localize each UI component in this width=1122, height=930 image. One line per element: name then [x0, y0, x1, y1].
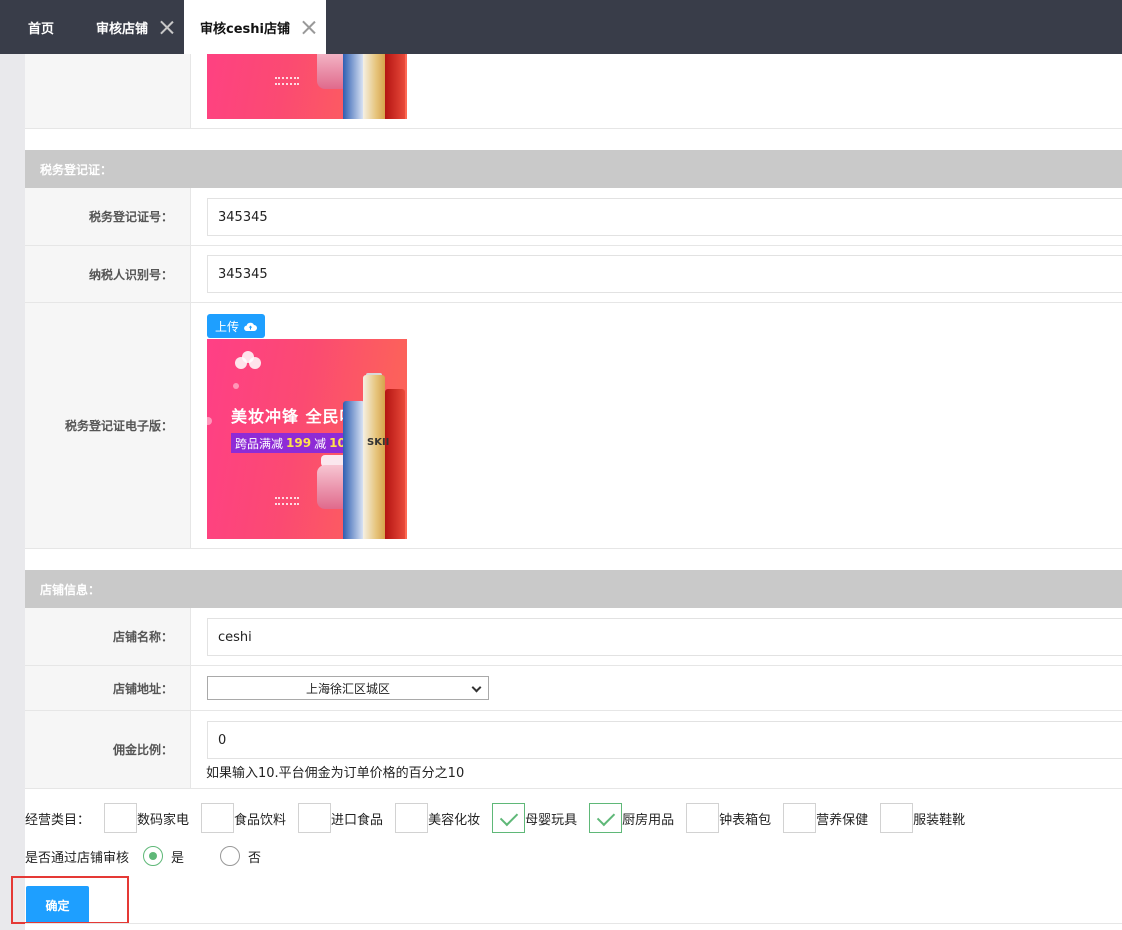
store-name-input[interactable]: ceshi — [207, 618, 1122, 656]
upload-button[interactable]: 上传 — [207, 314, 265, 338]
category-item[interactable]: 食品饮料 — [201, 803, 298, 833]
wave-icon — [275, 497, 299, 509]
tab-audit-stores[interactable]: 审核店铺 — [96, 0, 174, 54]
bottom-divider — [25, 923, 1122, 924]
category-item[interactable]: 服装鞋靴 — [880, 803, 977, 833]
wave-icon — [275, 77, 299, 89]
radio-yes-label: 是 — [171, 850, 185, 866]
tax-electronic-label: 税务登记证电子版： — [25, 303, 191, 548]
category-label: 食品饮料 — [234, 812, 287, 828]
category-item[interactable]: 厨房用品 — [589, 803, 686, 833]
banner-promo-prefix: 跨品满减 — [235, 436, 284, 451]
confirm-label: 确定 — [45, 898, 70, 913]
tax-electronic-row: 税务登记证电子版： — [25, 303, 1122, 549]
store-address-label: 店铺地址： — [25, 666, 191, 710]
category-checkbox[interactable] — [395, 803, 429, 833]
upload-label: 上传 — [214, 319, 239, 334]
tax-registration-input[interactable]: 345345 — [207, 198, 1122, 236]
category-checkbox[interactable] — [880, 803, 914, 833]
category-label: 营养保健 — [816, 812, 869, 828]
banner-brand: SKII — [367, 437, 390, 448]
commission-row: 佣金比例： 0 — [25, 711, 1122, 789]
category-checkbox[interactable] — [201, 803, 235, 833]
taxpayer-id-input[interactable]: 345345 — [207, 255, 1122, 293]
category-checkbox[interactable] — [104, 803, 138, 833]
store-address-row: 店铺地址： — [25, 666, 1122, 711]
category-label: 厨房用品 — [622, 812, 675, 828]
category-item[interactable]: 母婴玩具 — [492, 803, 589, 833]
cloud-decoration-icon — [235, 351, 261, 369]
category-checkbox[interactable] — [783, 803, 817, 833]
close-icon[interactable] — [160, 20, 174, 34]
tab-home[interactable]: 首页 — [28, 0, 54, 54]
store-section-title: 店铺信息： — [40, 582, 101, 597]
tab-audit-ceshi[interactable]: 审核ceshi店铺 — [184, 0, 326, 54]
commission-label: 佣金比例： — [25, 711, 191, 788]
tab-bar: 首页 审核店铺 审核ceshi店铺 — [0, 0, 1122, 54]
category-checkbox[interactable] — [298, 803, 332, 833]
radio-no-label: 否 — [248, 850, 262, 866]
category-label: 数码家电 — [137, 812, 190, 828]
close-icon[interactable] — [302, 20, 316, 34]
store-address-select[interactable]: 上海徐汇区城区 — [207, 676, 489, 700]
tab-home-label: 首页 — [28, 21, 55, 37]
audit-approval: 是否通过店铺审核 是 否 — [25, 844, 261, 868]
banner-promo: 跨品满减 199 减 100 — [231, 433, 362, 453]
audit-question: 是否通过店铺审核 — [25, 850, 130, 866]
tax-section-title: 税务登记证： — [40, 162, 113, 177]
business-categories: 经营类目： 数码家电 食品饮料 进口食品 美容化妆 母婴玩具 厨房用品 钟表箱包… — [25, 803, 977, 833]
license-image-top — [207, 54, 407, 119]
tax-section-header: 税务登记证： — [25, 150, 1122, 188]
confirm-button[interactable]: 确定 — [26, 886, 89, 924]
category-checkbox-checked[interactable] — [589, 803, 623, 833]
prev-image-label — [25, 54, 191, 128]
chevron-down-icon — [471, 682, 482, 693]
category-item[interactable]: 营养保健 — [783, 803, 880, 833]
tab-audit-stores-label: 审核店铺 — [96, 21, 149, 37]
radio-no[interactable] — [220, 846, 241, 866]
radio-yes[interactable] — [143, 846, 164, 866]
bottle-gold-image — [363, 375, 385, 539]
left-gutter — [0, 54, 25, 930]
category-item[interactable]: 进口食品 — [298, 803, 395, 833]
store-section-header: 店铺信息： — [25, 570, 1122, 608]
tax-certificate-image: 美妆冲锋 全民嗨购 跨品满减 199 减 100 SKII — [207, 339, 407, 539]
taxpayer-id-label: 纳税人识别号： — [25, 246, 191, 302]
commission-input[interactable]: 0 — [207, 721, 1122, 759]
banner-promo-amount: 199 — [286, 436, 312, 450]
form-content: 税务登记证： 税务登记证号： 345345 纳税人识别号： 345345 税务登… — [25, 54, 1122, 930]
category-label: 美容化妆 — [428, 812, 481, 828]
category-item[interactable]: 数码家电 — [104, 803, 201, 833]
category-label: 服装鞋靴 — [913, 812, 966, 828]
tax-registration-label: 税务登记证号： — [25, 188, 191, 245]
category-checkbox-checked[interactable] — [492, 803, 526, 833]
store-address-value: 上海徐汇区城区 — [305, 681, 390, 696]
bottle-blue-image — [343, 401, 365, 539]
category-item[interactable]: 钟表箱包 — [686, 803, 783, 833]
commission-hint: 如果输入10.平台佣金为订单价格的百分之10 — [206, 766, 465, 781]
cloud-upload-icon — [244, 322, 257, 331]
store-name-label: 店铺名称： — [25, 608, 191, 665]
categories-title: 经营类目： — [25, 812, 91, 828]
category-label: 母婴玩具 — [525, 812, 578, 828]
bottle-red-image — [385, 389, 405, 539]
store-name-row: 店铺名称： ceshi — [25, 608, 1122, 666]
category-checkbox[interactable] — [686, 803, 720, 833]
tax-registration-row: 税务登记证号： 345345 — [25, 188, 1122, 246]
tab-audit-ceshi-label: 审核ceshi店铺 — [200, 21, 290, 37]
category-label: 钟表箱包 — [719, 812, 772, 828]
taxpayer-id-row: 纳税人识别号： 345345 — [25, 246, 1122, 303]
banner-promo-mid: 减 — [314, 436, 327, 451]
category-item[interactable]: 美容化妆 — [395, 803, 492, 833]
prev-image-row — [25, 54, 1122, 129]
category-label: 进口食品 — [331, 812, 384, 828]
